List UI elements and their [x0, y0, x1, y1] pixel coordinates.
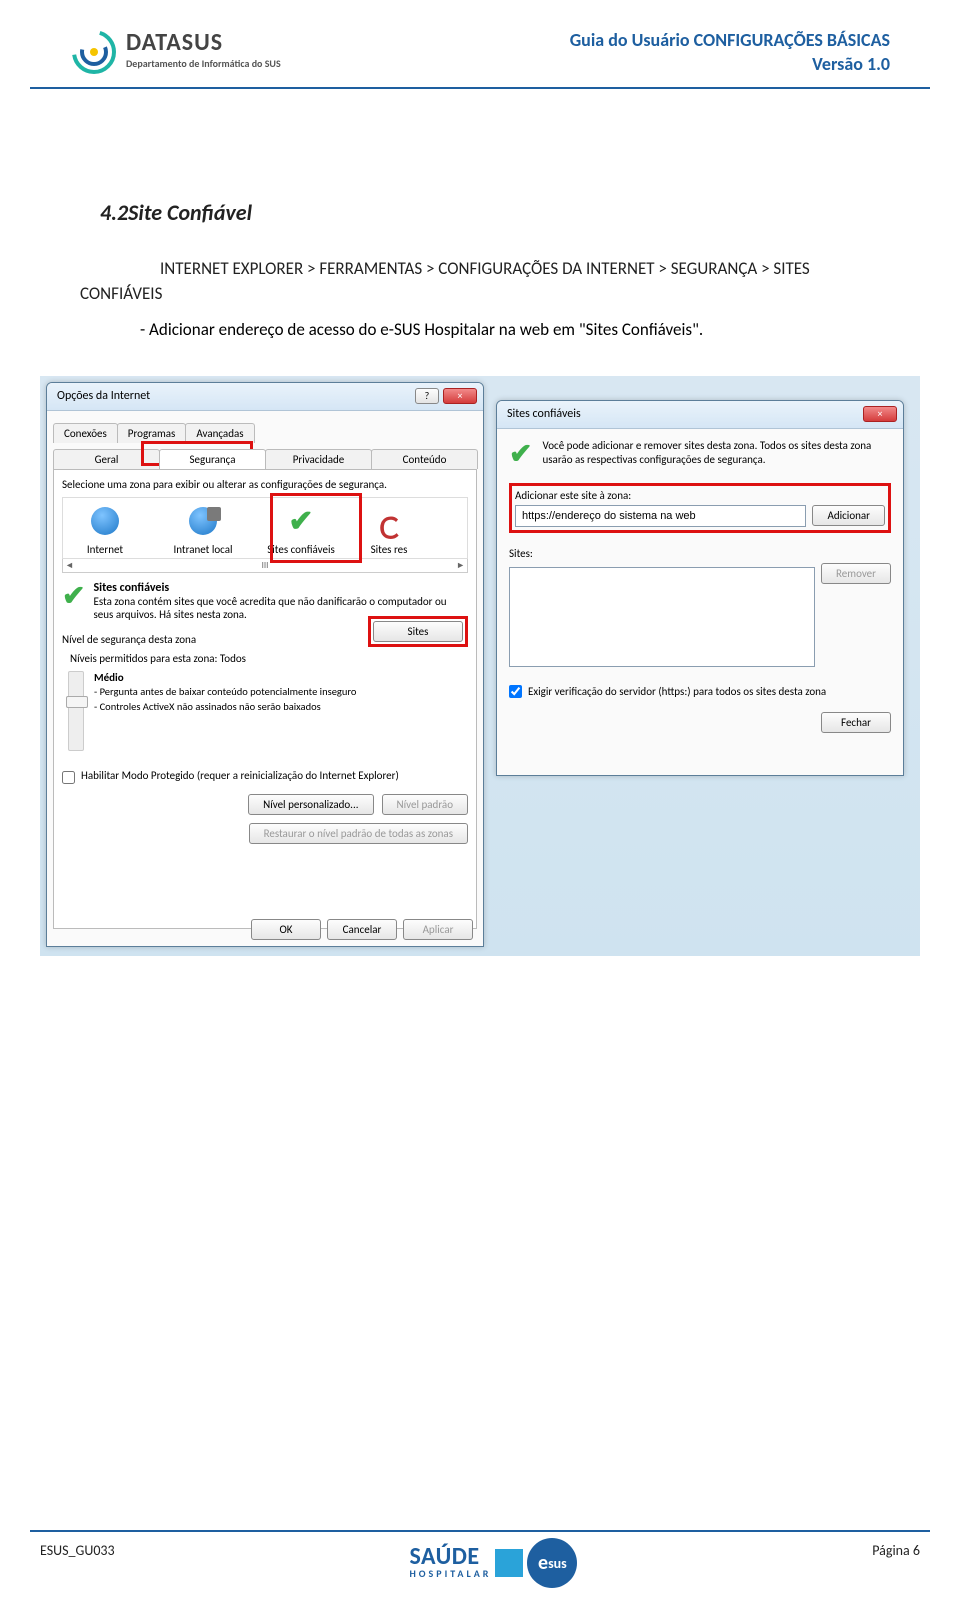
restore-defaults-button[interactable]: Restaurar o nível padrão de todas as zon…: [249, 823, 468, 844]
close-button[interactable]: Fechar: [821, 712, 891, 733]
sites-listbox[interactable]: [509, 567, 815, 667]
require-https-row: Exigir verificação do servidor (https:) …: [509, 685, 891, 698]
sites-button[interactable]: Sites: [373, 621, 463, 642]
instruction-bullet: - Adicionar endereço de acesso do e-SUS …: [140, 319, 880, 340]
dialog-action-buttons: OK Cancelar Aplicar: [251, 919, 473, 940]
logo-title: DATASUS: [126, 28, 281, 57]
add-site-input[interactable]: [515, 505, 806, 527]
tab-advanced[interactable]: Avançadas: [185, 423, 254, 443]
require-https-checkbox[interactable]: [509, 685, 522, 698]
globe-local-icon: [189, 507, 217, 535]
window-title: Sites confiáveis: [503, 407, 863, 421]
scroll-left-icon[interactable]: ◄: [65, 560, 74, 571]
add-button[interactable]: Adicionar: [812, 505, 885, 526]
logo-subtitle: Departamento de Informática do SUS: [126, 57, 281, 70]
zone-restricted[interactable]: Ｃ Sites res: [361, 507, 417, 556]
plus-icon: [495, 1549, 523, 1577]
tab-programs[interactable]: Programas: [117, 423, 187, 443]
page-footer: ESUS_GU033 SAÚDE HOSPITALAR esus Página …: [30, 1530, 930, 1588]
esus-badge-icon: esus: [527, 1538, 577, 1588]
check-icon: ✔: [62, 581, 85, 621]
tab-connections[interactable]: Conexões: [53, 423, 118, 443]
apply-button[interactable]: Aplicar: [403, 919, 473, 940]
zone-intranet-local[interactable]: Intranet local: [165, 516, 241, 556]
zone-internet[interactable]: Internet: [67, 504, 143, 556]
zones-list[interactable]: Internet Intranet local ✔ Sites confiáve…: [62, 497, 468, 559]
trusted-sites-window: Sites confiáveis × ✔ Você pode adicionar…: [496, 400, 904, 776]
highlight-add-site: Adicionar este site à zona: Adicionar: [509, 483, 891, 533]
zone-description: ✔ Sites confiáveis Esta zona contém site…: [62, 581, 468, 621]
tabs-row-top: Conexões Programas Avançadas: [47, 417, 483, 443]
restricted-icon: Ｃ: [372, 507, 406, 547]
cancel-button[interactable]: Cancelar: [327, 919, 397, 940]
internet-options-window: Opções da Internet ? × Conexões Programa…: [46, 382, 484, 947]
security-level-slider[interactable]: [68, 671, 84, 751]
protected-mode-checkbox[interactable]: [62, 771, 75, 784]
window-title: Opções da Internet: [53, 389, 415, 403]
trusted-sites-titlebar[interactable]: Sites confiáveis ×: [497, 401, 903, 429]
sites-list-label: Sites:: [509, 547, 891, 560]
page-header: DATASUS Departamento de Informática do S…: [30, 0, 930, 89]
security-level-text: Médio - Pergunta antes de baixar conteúd…: [94, 671, 356, 714]
security-level-section: Nível de segurança desta zona Níveis per…: [62, 633, 468, 751]
remove-button[interactable]: Remover: [821, 563, 891, 584]
document-id: ESUS_GU033: [30, 1538, 115, 1559]
datasus-logo: DATASUS Departamento de Informática do S…: [70, 28, 281, 76]
security-tab-pane: Selecione uma zona para exibir ou altera…: [53, 469, 477, 929]
document-title: Guia do Usuário CONFIGURAÇÕES BÁSICAS Ve…: [570, 28, 890, 77]
zones-scrollbar[interactable]: ◄ III ►: [62, 559, 468, 573]
default-level-button[interactable]: Nível padrão: [382, 794, 468, 815]
page-number: Página 6: [872, 1538, 930, 1559]
screenshot-composite: Opções da Internet ? × Conexões Programa…: [40, 376, 920, 956]
internet-options-titlebar[interactable]: Opções da Internet ? ×: [47, 383, 483, 411]
add-site-label: Adicionar este site à zona:: [515, 489, 885, 502]
navigation-path: INTERNET EXPLORER > FERRAMENTAS > CONFIG…: [80, 256, 880, 307]
close-icon[interactable]: ×: [443, 388, 477, 404]
zone-instruction: Selecione uma zona para exibir ou altera…: [62, 478, 468, 491]
tab-content[interactable]: Conteúdo: [371, 449, 478, 469]
tabs-row-bottom: Geral Segurança Privacidade Conteúdo: [47, 443, 483, 469]
sites-button-wrap: Sites: [368, 616, 468, 647]
custom-level-button[interactable]: Nível personalizado...: [248, 794, 373, 815]
tab-privacy[interactable]: Privacidade: [265, 449, 372, 469]
protected-mode-row: Habilitar Modo Protegido (requer a reini…: [62, 769, 468, 784]
ok-button[interactable]: OK: [251, 919, 321, 940]
help-button-icon[interactable]: ?: [415, 388, 439, 404]
scroll-right-icon[interactable]: ►: [456, 560, 465, 571]
datasus-swirl-icon: [70, 28, 118, 76]
globe-icon: [91, 507, 119, 535]
saude-hospitalar-logo: SAÚDE HOSPITALAR esus: [115, 1538, 873, 1588]
trusted-intro: ✔ Você pode adicionar e remover sites de…: [509, 439, 891, 469]
section-heading: 4.2Site Confiável: [100, 199, 960, 226]
check-icon: ✔: [509, 439, 532, 469]
close-icon[interactable]: ×: [863, 406, 897, 422]
highlight-trusted-zone: [270, 493, 362, 563]
tab-security[interactable]: Segurança: [159, 449, 266, 469]
